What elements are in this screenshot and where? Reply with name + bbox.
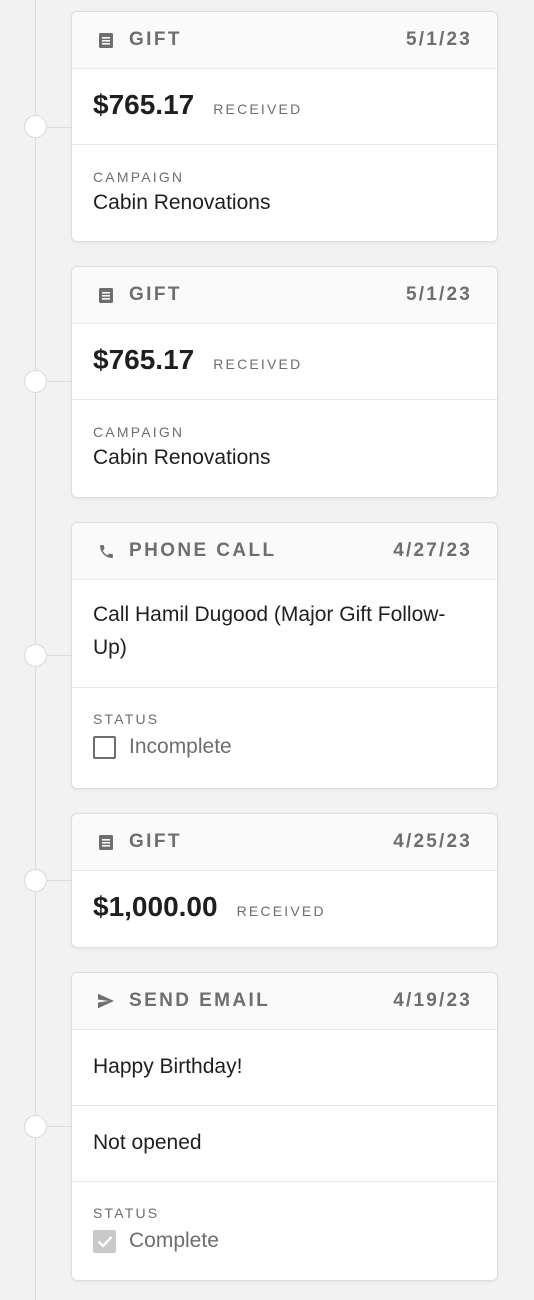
gift-status: RECEIVED [213,101,303,117]
amount-section: $765.17 RECEIVED [72,324,497,400]
send-icon [97,992,115,1010]
receipt-icon [97,833,115,851]
amount-section: $765.17 RECEIVED [72,69,497,145]
gift-status: RECEIVED [213,356,303,372]
timeline-connector [46,655,71,656]
timeline-dot [24,644,47,667]
activity-type: GIFT [129,284,182,305]
campaign-value: Cabin Renovations [93,191,271,214]
card-header: GIFT 5/1/23 [72,12,497,69]
timeline-connector [46,127,71,128]
campaign-label: CAMPAIGN [93,169,185,185]
activity-card-gift[interactable]: GIFT 5/1/23 $765.17 RECEIVED CAMPAIGN Ca… [71,11,498,242]
receipt-icon [97,31,115,49]
status-checkbox-checked[interactable] [93,1229,116,1253]
subject-section: Happy Birthday! [72,1030,497,1106]
campaign-section: CAMPAIGN Cabin Renovations [72,400,497,497]
activity-date: 5/1/23 [405,284,472,305]
activity-card-send-email[interactable]: SEND EMAIL 4/19/23 Happy Birthday! Not o… [71,972,498,1281]
call-description: Call Hamil Dugood (Major Gift Follow-Up) [93,603,446,659]
timeline-dot [24,370,47,393]
email-open-status: Not opened [93,1131,202,1154]
check-icon [97,1235,112,1248]
activity-type: GIFT [129,29,182,50]
activity-date: 5/1/23 [405,29,472,50]
status-text: Complete [129,1229,219,1252]
timeline-connector [46,381,71,382]
status-checkbox[interactable] [93,735,116,759]
card-header: PHONE CALL 4/27/23 [72,523,497,580]
activity-type: SEND EMAIL [129,990,271,1011]
timeline-connector [46,880,71,881]
status-section: STATUS Complete [72,1182,497,1280]
gift-status: RECEIVED [236,903,326,919]
campaign-label: CAMPAIGN [93,424,185,440]
status-label: STATUS [93,711,160,727]
activity-card-gift[interactable]: GIFT 5/1/23 $765.17 RECEIVED CAMPAIGN Ca… [71,266,498,498]
card-header: GIFT 5/1/23 [72,267,497,324]
campaign-section: CAMPAIGN Cabin Renovations [72,145,497,241]
gift-amount: $765.17 [93,344,195,375]
receipt-icon [97,286,115,304]
email-subject: Happy Birthday! [93,1055,243,1078]
timeline-dot [24,1115,47,1138]
activity-date: 4/19/23 [393,990,472,1011]
timeline-dot [24,115,47,138]
activity-type: GIFT [129,831,182,852]
activity-date: 4/25/23 [393,831,472,852]
card-header: SEND EMAIL 4/19/23 [72,973,497,1030]
open-status-section: Not opened [72,1106,497,1182]
status-label: STATUS [93,1205,160,1221]
card-header: GIFT 4/25/23 [72,814,497,871]
activity-card-phone-call[interactable]: PHONE CALL 4/27/23 Call Hamil Dugood (Ma… [71,522,498,789]
timeline-dot [24,869,47,892]
description-section: Call Hamil Dugood (Major Gift Follow-Up) [72,580,497,688]
amount-section: $1,000.00 RECEIVED [72,871,497,947]
gift-amount: $1,000.00 [93,891,218,922]
activity-date: 4/27/23 [393,540,472,561]
activity-type: PHONE CALL [129,540,277,561]
status-section: STATUS Incomplete [72,688,497,788]
campaign-value: Cabin Renovations [93,446,271,469]
gift-amount: $765.17 [93,89,195,120]
activity-card-gift[interactable]: GIFT 4/25/23 $1,000.00 RECEIVED [71,813,498,948]
status-text: Incomplete [129,735,232,758]
timeline-connector [46,1126,71,1127]
phone-icon [97,542,115,560]
